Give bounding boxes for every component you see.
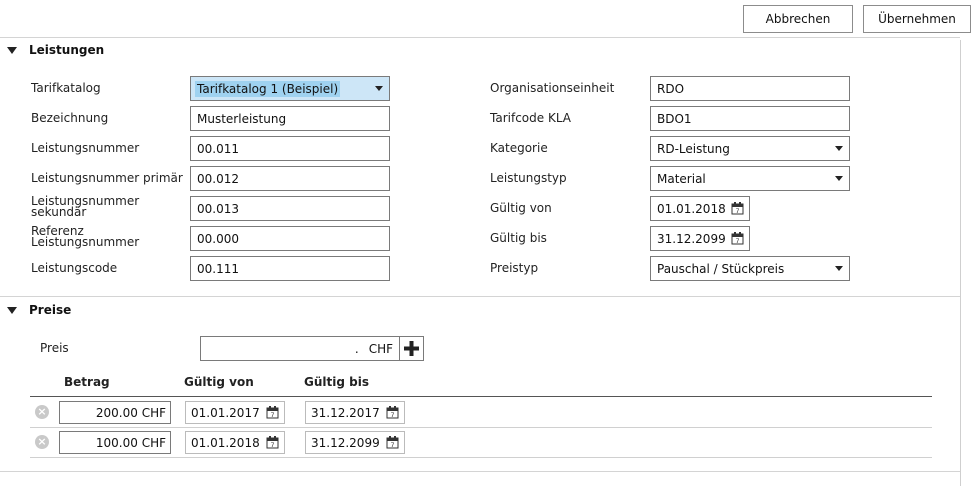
column-header-gueltig-von: Gültig von bbox=[184, 375, 254, 389]
label-leistungsnummer-primaer: Leistungsnummer primär bbox=[31, 171, 183, 185]
svg-text:7: 7 bbox=[391, 412, 395, 419]
bezeichnung-value: Musterleistung bbox=[197, 111, 287, 126]
chevron-down-icon bbox=[835, 266, 843, 271]
organisationseinheit-input[interactable]: RDO bbox=[650, 76, 850, 101]
label-referenz-leistungsnummer: Referenz Leistungsnummer bbox=[31, 224, 140, 249]
tarifkatalog-value: Tarifkatalog 1 (Beispiel) bbox=[195, 80, 341, 97]
gueltig-von-datepicker[interactable]: 01.01.2018 7 bbox=[650, 196, 750, 221]
leistungstyp-value: Material bbox=[657, 171, 706, 186]
leistungsnummer-sekundaer-input[interactable]: 00.013 bbox=[190, 196, 390, 221]
divider bbox=[0, 37, 960, 38]
label-gueltig-von: Gültig von bbox=[490, 201, 552, 215]
svg-text:7: 7 bbox=[736, 208, 740, 215]
row-gueltig-von-value: 01.01.2017 bbox=[191, 405, 260, 420]
collapse-preise-icon[interactable] bbox=[7, 307, 17, 314]
preis-currency: CHF bbox=[368, 341, 393, 356]
svg-text:7: 7 bbox=[271, 412, 275, 419]
column-header-gueltig-bis: Gültig bis bbox=[304, 375, 369, 389]
leistungsnummer-input[interactable]: 00.011 bbox=[190, 136, 390, 161]
label-leistungstyp: Leistungstyp bbox=[490, 171, 567, 185]
collapse-leistungen-icon[interactable] bbox=[7, 47, 17, 54]
leistungsnummer-value: 00.011 bbox=[197, 141, 239, 156]
referenz-leistungsnummer-input[interactable]: 00.000 bbox=[190, 226, 390, 251]
row-gueltig-von-value: 01.01.2018 bbox=[191, 435, 260, 450]
chevron-down-icon bbox=[835, 176, 843, 181]
label-preis: Preis bbox=[40, 341, 69, 355]
leistungsnummer-primaer-input[interactable]: 00.012 bbox=[190, 166, 390, 191]
gueltig-bis-value: 31.12.2099 bbox=[657, 231, 726, 246]
leistungsnummer-sekundaer-value: 00.013 bbox=[197, 201, 239, 216]
tarifcode-kla-input[interactable]: BDO1 bbox=[650, 106, 850, 131]
section-title-leistungen: Leistungen bbox=[29, 43, 105, 57]
calendar-icon[interactable]: 7 bbox=[386, 406, 399, 419]
calendar-icon[interactable]: 7 bbox=[266, 406, 279, 419]
row-gueltig-von-datepicker[interactable]: 01.01.2018 7 bbox=[185, 431, 285, 454]
label-leistungsnummer: Leistungsnummer bbox=[31, 141, 140, 155]
label-tarifcode-kla: Tarifcode KLA bbox=[490, 111, 571, 125]
gueltig-von-value: 01.01.2018 bbox=[657, 201, 726, 216]
leistungscode-input[interactable]: 00.111 bbox=[190, 256, 390, 281]
betrag-input[interactable]: 200.00 CHF bbox=[59, 401, 171, 424]
label-bezeichnung: Bezeichnung bbox=[31, 111, 109, 125]
row-gueltig-bis-datepicker[interactable]: 31.12.2099 7 bbox=[305, 431, 405, 454]
organisationseinheit-value: RDO bbox=[657, 81, 685, 96]
tarifcode-kla-value: BDO1 bbox=[657, 111, 692, 126]
apply-button[interactable]: Übernehmen bbox=[863, 5, 971, 33]
leistungstyp-select[interactable]: Material bbox=[650, 166, 850, 191]
leistungsnummer-primaer-value: 00.012 bbox=[197, 171, 239, 186]
kategorie-select[interactable]: RD-Leistung bbox=[650, 136, 850, 161]
label-kategorie: Kategorie bbox=[490, 141, 548, 155]
row-gueltig-bis-value: 31.12.2017 bbox=[311, 405, 380, 420]
betrag-value: 100.00 CHF bbox=[95, 435, 166, 450]
row-gueltig-bis-value: 31.12.2099 bbox=[311, 435, 380, 450]
tarifkatalog-select[interactable]: Tarifkatalog 1 (Beispiel) bbox=[190, 76, 390, 101]
betrag-input[interactable]: 100.00 CHF bbox=[59, 431, 171, 454]
section-title-preise: Preise bbox=[29, 303, 72, 317]
preis-input[interactable]: . CHF bbox=[200, 336, 400, 361]
label-tarifkatalog: Tarifkatalog bbox=[31, 81, 101, 95]
preistyp-select[interactable]: Pauschal / Stückpreis bbox=[650, 256, 850, 281]
row-gueltig-von-datepicker[interactable]: 01.01.2017 7 bbox=[185, 401, 285, 424]
calendar-icon[interactable]: 7 bbox=[731, 232, 744, 245]
cancel-button[interactable]: Abbrechen bbox=[743, 5, 853, 33]
calendar-icon[interactable]: 7 bbox=[266, 436, 279, 449]
chevron-down-icon bbox=[835, 146, 843, 151]
bezeichnung-input[interactable]: Musterleistung bbox=[190, 106, 390, 131]
divider bbox=[0, 471, 960, 472]
table-header-rule bbox=[30, 396, 932, 397]
label-organisationseinheit: Organisationseinheit bbox=[490, 81, 615, 95]
add-price-button[interactable] bbox=[399, 336, 424, 361]
row-divider bbox=[30, 457, 932, 458]
label-leistungsnummer-sekundaer: Leistungsnummer sekundär bbox=[31, 194, 140, 219]
preistyp-value: Pauschal / Stückpreis bbox=[657, 261, 785, 276]
scrollbar[interactable] bbox=[960, 40, 961, 486]
label-gueltig-bis: Gültig bis bbox=[490, 231, 547, 245]
calendar-icon[interactable]: 7 bbox=[731, 202, 744, 215]
gueltig-bis-datepicker[interactable]: 31.12.2099 7 bbox=[650, 226, 750, 251]
plus-icon bbox=[404, 341, 419, 356]
svg-text:7: 7 bbox=[271, 442, 275, 449]
chevron-down-icon bbox=[375, 86, 383, 91]
preis-value: . bbox=[354, 341, 359, 356]
label-leistungscode: Leistungscode bbox=[31, 261, 118, 275]
row-divider bbox=[30, 427, 932, 428]
row-gueltig-bis-datepicker[interactable]: 31.12.2017 7 bbox=[305, 401, 405, 424]
label-preistyp: Preistyp bbox=[490, 261, 539, 275]
leistungscode-value: 00.111 bbox=[197, 261, 239, 276]
kategorie-value: RD-Leistung bbox=[657, 141, 730, 156]
column-header-betrag: Betrag bbox=[64, 375, 110, 389]
calendar-icon[interactable]: 7 bbox=[386, 436, 399, 449]
betrag-value: 200.00 CHF bbox=[95, 405, 166, 420]
divider bbox=[0, 296, 960, 297]
svg-text:7: 7 bbox=[736, 238, 740, 245]
remove-row-icon[interactable]: × bbox=[35, 435, 49, 449]
svg-text:7: 7 bbox=[391, 442, 395, 449]
remove-row-icon[interactable]: × bbox=[35, 405, 49, 419]
referenz-leistungsnummer-value: 00.000 bbox=[197, 231, 239, 246]
